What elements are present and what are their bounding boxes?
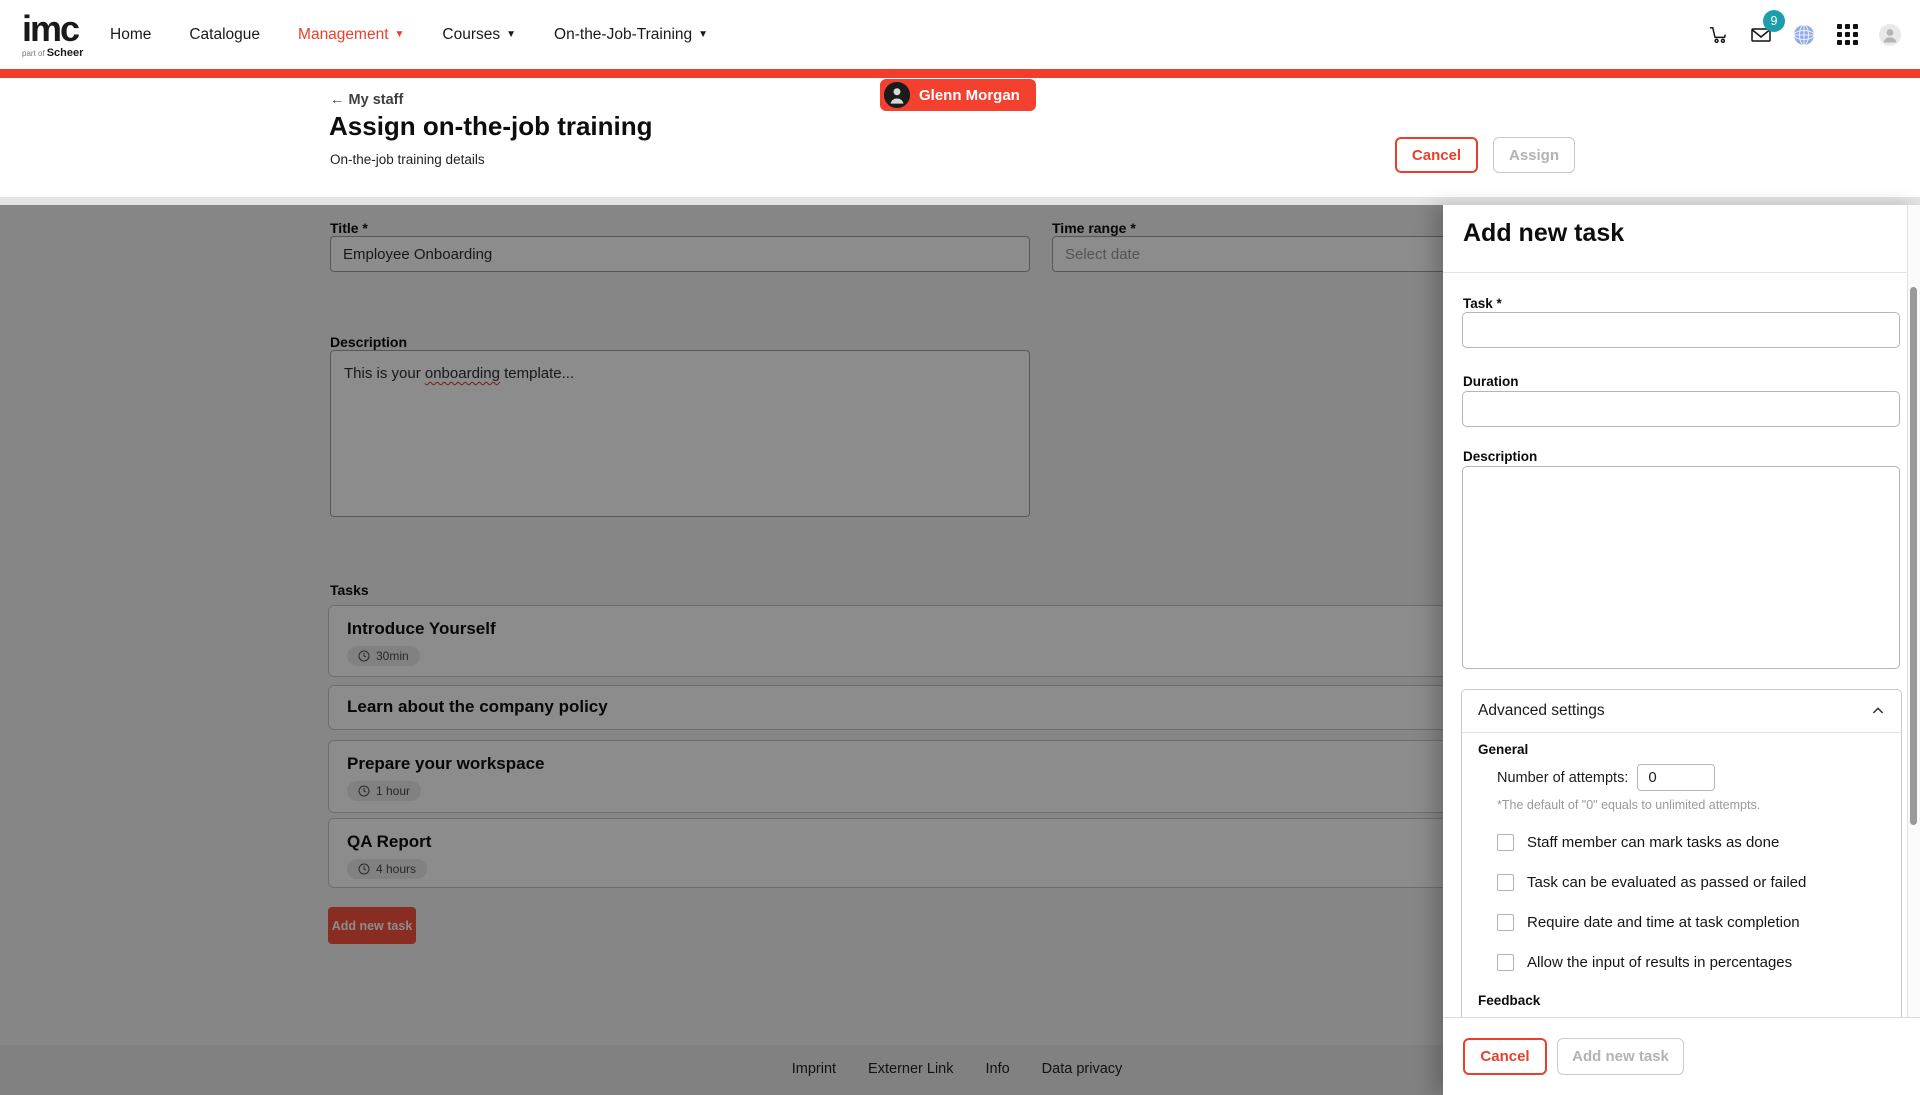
clock-icon bbox=[358, 785, 370, 797]
title-label: Title * bbox=[330, 220, 368, 236]
user-avatar-icon[interactable] bbox=[1878, 23, 1902, 47]
time-range-input[interactable] bbox=[1052, 236, 1443, 272]
checkbox-row-date-time: Require date and time at task completion bbox=[1497, 912, 1885, 932]
footer-link-imprint[interactable]: Imprint bbox=[792, 1061, 836, 1077]
task-card[interactable]: QA Report 4 hours bbox=[328, 818, 1443, 888]
spellcheck-word: onboarding bbox=[425, 365, 500, 382]
description-textarea[interactable]: This is your onboarding template... bbox=[330, 350, 1030, 517]
checkbox[interactable] bbox=[1497, 914, 1514, 931]
cart-icon[interactable] bbox=[1706, 23, 1730, 47]
task-title: Prepare your workspace bbox=[347, 754, 1439, 774]
time-range-label: Time range * bbox=[1052, 220, 1136, 236]
advanced-settings-toggle[interactable]: Advanced settings bbox=[1462, 690, 1901, 733]
task-field-input[interactable] bbox=[1462, 312, 1900, 348]
task-duration-pill: 1 hour bbox=[347, 781, 421, 801]
assign-button[interactable]: Assign bbox=[1493, 137, 1575, 173]
navbar-actions: 9 bbox=[1706, 23, 1902, 47]
user-badge-name: Glenn Morgan bbox=[919, 87, 1020, 104]
main-nav: Home Catalogue Management▼ Courses▼ On-t… bbox=[110, 26, 708, 44]
header-shadow-strip bbox=[0, 197, 1920, 205]
attempts-input[interactable] bbox=[1637, 764, 1715, 791]
title-input[interactable] bbox=[330, 236, 1030, 272]
chevron-down-icon: ▼ bbox=[506, 30, 516, 40]
advanced-settings-body: General Number of attempts: *The default… bbox=[1462, 733, 1901, 1017]
chevron-down-icon: ▼ bbox=[395, 30, 405, 40]
mail-icon[interactable]: 9 bbox=[1749, 23, 1773, 47]
task-title: Learn about the company policy bbox=[347, 697, 1439, 717]
nav-item-home[interactable]: Home bbox=[110, 26, 151, 44]
checkbox[interactable] bbox=[1497, 954, 1514, 971]
duration-field-input[interactable] bbox=[1462, 391, 1900, 427]
footer-link-info[interactable]: Info bbox=[985, 1061, 1009, 1077]
accent-divider bbox=[0, 69, 1920, 78]
attempts-label: Number of attempts: bbox=[1497, 770, 1628, 786]
panel-title: Add new task bbox=[1463, 219, 1624, 248]
chevron-down-icon: ▼ bbox=[698, 30, 708, 40]
back-to-my-staff-link[interactable]: ← My staff bbox=[330, 92, 403, 108]
page-title: Assign on-the-job training bbox=[329, 111, 653, 142]
task-duration-pill: 30min bbox=[347, 646, 420, 666]
user-badge[interactable]: Glenn Morgan bbox=[880, 79, 1036, 111]
checkbox-row-pass-fail: Task can be evaluated as passed or faile… bbox=[1497, 872, 1885, 892]
task-card[interactable]: Introduce Yourself 30min bbox=[328, 605, 1443, 677]
panel-scrollbar[interactable] bbox=[1907, 205, 1920, 1017]
page-footer: Imprint Externer Link Info Data privacy bbox=[0, 1045, 1443, 1095]
advanced-settings-box: Advanced settings General Number of atte… bbox=[1461, 689, 1902, 1017]
nav-item-catalogue[interactable]: Catalogue bbox=[189, 26, 260, 44]
task-title: Introduce Yourself bbox=[347, 619, 1439, 639]
footer-link-external[interactable]: Externer Link bbox=[868, 1061, 953, 1077]
clock-icon bbox=[358, 650, 370, 662]
cancel-button[interactable]: Cancel bbox=[1395, 137, 1478, 173]
nav-item-on-the-job-training[interactable]: On-the-Job-Training▼ bbox=[554, 26, 708, 44]
add-new-task-panel: Add new task Task * Duration Description… bbox=[1443, 205, 1920, 1095]
general-section-label: General bbox=[1478, 742, 1885, 757]
task-field-label: Task * bbox=[1463, 296, 1502, 311]
clock-icon bbox=[358, 863, 370, 875]
description-field-textarea[interactable] bbox=[1462, 466, 1900, 669]
task-card[interactable]: Learn about the company policy bbox=[328, 685, 1443, 730]
user-badge-avatar bbox=[884, 82, 910, 108]
checkbox[interactable] bbox=[1497, 874, 1514, 891]
notification-badge: 9 bbox=[1763, 10, 1785, 32]
checkbox-row-percentages: Allow the input of results in percentage… bbox=[1497, 952, 1885, 972]
nav-item-management[interactable]: Management▼ bbox=[298, 26, 404, 44]
divider bbox=[1443, 272, 1908, 273]
footer-links: Imprint Externer Link Info Data privacy bbox=[792, 1061, 1123, 1077]
checkbox-row-mark-done: Staff member can mark tasks as done bbox=[1497, 832, 1885, 852]
checkbox[interactable] bbox=[1497, 834, 1514, 851]
imc-logo[interactable]: imc part ofScheer bbox=[22, 11, 84, 59]
panel-scroll-area: Add new task Task * Duration Description… bbox=[1443, 205, 1920, 1017]
description-field-label: Description bbox=[1463, 449, 1537, 464]
chevron-up-icon bbox=[1870, 703, 1886, 719]
duration-field-label: Duration bbox=[1463, 374, 1519, 389]
task-card[interactable]: Prepare your workspace 1 hour bbox=[328, 740, 1443, 813]
logo-text: imc bbox=[22, 11, 84, 47]
panel-cancel-button[interactable]: Cancel bbox=[1463, 1038, 1547, 1075]
task-title: QA Report bbox=[347, 832, 1439, 852]
attempts-hint: *The default of "0" equals to unlimited … bbox=[1497, 798, 1885, 812]
logo-subtext: part ofScheer bbox=[22, 48, 84, 59]
top-navbar: imc part ofScheer Home Catalogue Managem… bbox=[0, 0, 1920, 69]
page-subtitle: On-the-job training details bbox=[330, 152, 485, 167]
back-arrow-icon: ← bbox=[330, 92, 345, 108]
globe-icon[interactable] bbox=[1792, 23, 1816, 47]
add-new-task-button[interactable]: Add new task bbox=[328, 907, 416, 944]
feedback-section-label: Feedback bbox=[1478, 993, 1885, 1008]
attempts-row: Number of attempts: bbox=[1497, 764, 1885, 791]
page-header: ← My staff Assign on-the-job training On… bbox=[0, 78, 1920, 197]
panel-footer: Cancel Add new task bbox=[1443, 1017, 1920, 1095]
tasks-label: Tasks bbox=[330, 582, 369, 598]
training-details-form: Title * Time range * Description This is… bbox=[0, 205, 1443, 1095]
task-duration-pill: 4 hours bbox=[347, 859, 427, 879]
nav-item-courses[interactable]: Courses▼ bbox=[442, 26, 516, 44]
description-label: Description bbox=[330, 334, 407, 350]
panel-add-new-task-button[interactable]: Add new task bbox=[1557, 1038, 1684, 1075]
scrollbar-thumb[interactable] bbox=[1910, 287, 1917, 825]
apps-grid-icon[interactable] bbox=[1835, 23, 1859, 47]
footer-link-data-privacy[interactable]: Data privacy bbox=[1042, 1061, 1123, 1077]
